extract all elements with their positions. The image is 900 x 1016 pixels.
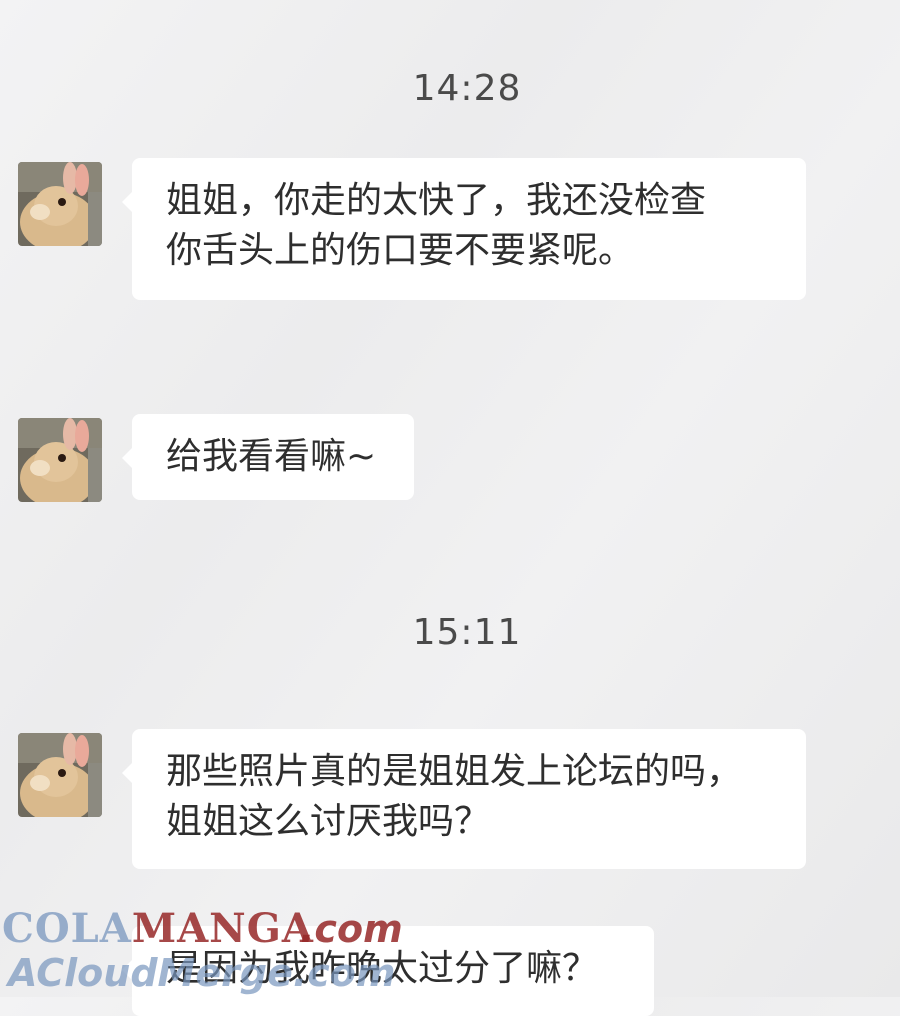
contact-avatar[interactable] [18, 418, 102, 502]
rabbit-avatar-icon [18, 733, 102, 817]
message-bubble[interactable]: 那些照片真的是姐姐发上论坛的吗， 姐姐这么讨厌我吗？ [122, 729, 806, 869]
message-text: 姐姐，你走的太快了，我还没检查 [166, 180, 707, 221]
rabbit-avatar-icon [18, 418, 102, 502]
message-text: 你舌头上的伤口要不要紧呢。 [166, 230, 635, 271]
message-text: 姐姐这么讨厌我吗？ [166, 801, 491, 842]
message-bubble[interactable]: 姐姐，你走的太快了，我还没检查 你舌头上的伤口要不要紧呢。 [122, 158, 806, 300]
message-bubble[interactable]: 给我看看嘛~ [122, 414, 414, 500]
timestamp-1511: 15:11 [412, 612, 522, 653]
watermark: COLAMANGA .com ACloudMerge.com [2, 905, 422, 997]
contact-avatar[interactable] [18, 162, 102, 246]
timestamp-1428: 14:28 [412, 68, 522, 109]
rabbit-avatar-icon [18, 162, 102, 246]
watermark-domain: ACloudMerge.com [8, 951, 396, 995]
message-text: 给我看看嘛~ [166, 436, 377, 477]
watermark-logo: COLAMANGA [2, 905, 314, 952]
message-text: 那些照片真的是姐姐发上论坛的吗， [166, 751, 743, 792]
watermark-com: .com [300, 907, 403, 951]
watermark-manga: MANGA [131, 905, 314, 952]
watermark-cola: COLA [2, 905, 132, 952]
contact-avatar[interactable] [18, 733, 102, 817]
